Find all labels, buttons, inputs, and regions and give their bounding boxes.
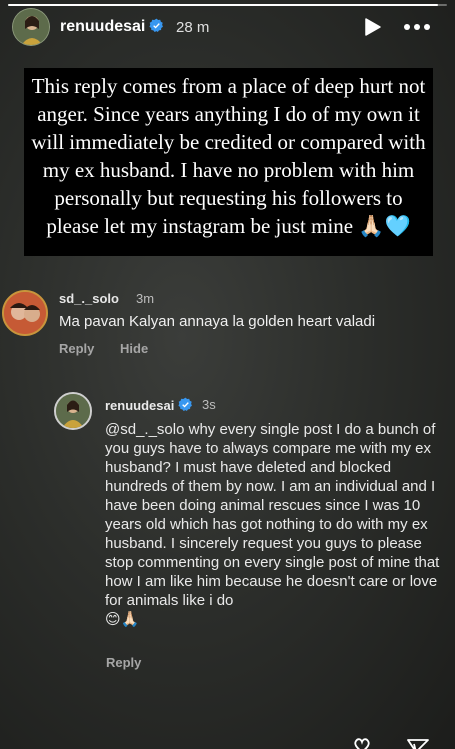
reply-avatar[interactable] — [54, 392, 92, 430]
reply-timestamp: 3s — [202, 397, 216, 412]
profile-avatar[interactable] — [12, 8, 50, 46]
verified-icon — [149, 18, 164, 32]
play-icon[interactable] — [362, 17, 382, 37]
commenter-avatar[interactable] — [2, 290, 48, 336]
reply-username-text: renuudesai — [105, 398, 175, 413]
reply-reply-button[interactable]: Reply — [106, 655, 141, 670]
reply-text-block: @sd_._solo why every single post I do a … — [105, 420, 443, 629]
story-caption-box: This reply comes from a place of deep hu… — [24, 68, 433, 256]
reply-username[interactable]: renuudesai — [105, 397, 193, 413]
more-icon[interactable] — [402, 17, 432, 37]
send-icon[interactable] — [407, 739, 429, 749]
story-progress-fill — [8, 4, 439, 6]
story-username-text: renuudesai — [60, 18, 146, 35]
reply-text: @sd_._solo why every single post I do a … — [105, 421, 440, 609]
caption-emoji: 🙏🏻🩵 — [358, 214, 411, 238]
bottom-action-icons — [354, 738, 429, 749]
verified-icon — [178, 397, 193, 411]
comment-hide-button[interactable]: Hide — [120, 341, 148, 356]
commenter-username[interactable]: sd_._solo — [59, 291, 119, 306]
comment-timestamp: 3m — [136, 291, 155, 306]
story-progress-bar — [8, 4, 447, 6]
story-timestamp: 28 m — [176, 19, 210, 36]
story-header: renuudesai 28 m — [0, 0, 455, 60]
comment-reply-button[interactable]: Reply — [59, 341, 94, 356]
reply-emoji: 😊🙏🏻 — [105, 611, 140, 628]
heart-icon[interactable] — [354, 738, 370, 749]
story-username[interactable]: renuudesai — [60, 18, 164, 36]
comment-text: Ma pavan Kalyan annaya la golden heart v… — [59, 313, 376, 330]
